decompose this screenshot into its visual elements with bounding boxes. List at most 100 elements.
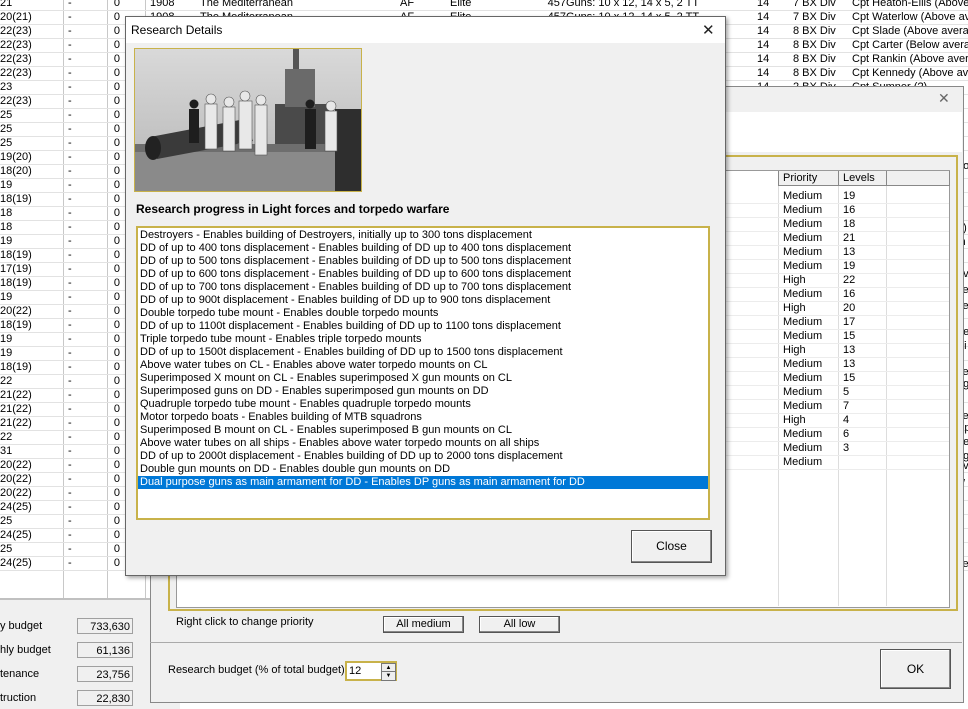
- research-budget-spinner[interactable]: 12 ▲ ▼: [345, 661, 397, 681]
- table-cell: 20(22): [0, 305, 32, 317]
- priority-cell[interactable]: High: [783, 274, 806, 286]
- budget-label: tenance: [0, 668, 40, 680]
- list-item[interactable]: DD of up to 400 tons displacement - Enab…: [138, 242, 708, 255]
- table-cell: 20(22): [0, 473, 32, 485]
- table-cell: -: [68, 123, 72, 135]
- priority-cell[interactable]: Medium: [783, 456, 822, 468]
- table-cell: 19: [0, 235, 13, 247]
- list-item[interactable]: Above water tubes on CL - Enables above …: [138, 359, 708, 372]
- table-cell: 0: [113, 389, 120, 401]
- table-cell: -: [68, 487, 72, 499]
- list-item[interactable]: Quadruple torpedo tube mount - Enables q…: [138, 398, 708, 411]
- table-cell: 0: [113, 39, 120, 51]
- levels-cell: 15: [843, 372, 856, 384]
- table-cell: AF: [400, 0, 415, 9]
- table-cell: -: [68, 235, 72, 247]
- table-cell: 0: [113, 235, 120, 247]
- list-item[interactable]: Triple torpedo tube mount - Enables trip…: [138, 333, 708, 346]
- research-budget-value[interactable]: 12: [349, 665, 361, 677]
- list-item[interactable]: Superimposed guns on DD - Enables superi…: [138, 385, 708, 398]
- priority-cell[interactable]: Medium: [783, 232, 822, 244]
- list-item[interactable]: Above water tubes on all ships - Enables…: [138, 437, 708, 450]
- priority-cell[interactable]: Medium: [783, 386, 822, 398]
- table-cell: 0: [113, 515, 120, 527]
- priority-cell[interactable]: Medium: [783, 372, 822, 384]
- table-cell: -: [68, 347, 72, 359]
- close-icon[interactable]: ✕: [702, 21, 715, 39]
- all-low-button[interactable]: All low: [479, 616, 560, 633]
- divider: [150, 642, 962, 643]
- list-item[interactable]: DD of up to 1100t displacement - Enables…: [138, 320, 708, 333]
- back-close-icon[interactable]: ✕: [938, 90, 950, 107]
- budget-value: 733,630: [77, 618, 133, 634]
- levels-cell: 22: [843, 274, 856, 286]
- table-row[interactable]: 21 - 0 1908 The Mediterranean AF Elite 457 Guns:…: [0, 0, 968, 10]
- list-item[interactable]: DD of up to 1500t displacement - Enables…: [138, 346, 708, 359]
- all-medium-button[interactable]: All medium: [383, 616, 464, 633]
- levels-header[interactable]: Levels: [838, 171, 890, 186]
- table-cell: 17(19): [0, 263, 32, 275]
- table-cell: 20(22): [0, 487, 32, 499]
- priority-cell[interactable]: Medium: [783, 260, 822, 272]
- list-item[interactable]: Superimposed B mount on CL - Enables sup…: [138, 424, 708, 437]
- priority-cell[interactable]: High: [783, 414, 806, 426]
- priority-header[interactable]: Priority: [778, 171, 842, 186]
- levels-cell: 16: [843, 204, 856, 216]
- budget-label: y budget: [0, 620, 43, 632]
- budget-label: truction: [0, 692, 37, 704]
- table-cell: 19: [0, 347, 13, 359]
- list-item[interactable]: DD of up to 2000t displacement - Enables…: [138, 450, 708, 463]
- list-item[interactable]: Superimposed X mount on CL - Enables sup…: [138, 372, 708, 385]
- priority-cell[interactable]: Medium: [783, 358, 822, 370]
- table-cell: 20(21): [0, 11, 32, 23]
- col-divider: [838, 186, 839, 606]
- list-item[interactable]: Destroyers - Enables building of Destroy…: [138, 229, 708, 242]
- research-progress-list[interactable]: Destroyers - Enables building of Destroy…: [136, 226, 710, 520]
- priority-cell[interactable]: Medium: [783, 316, 822, 328]
- priority-cell[interactable]: High: [783, 302, 806, 314]
- list-item[interactable]: DD of up to 600 tons displacement - Enab…: [138, 268, 708, 281]
- table-cell: 0: [113, 123, 120, 135]
- levels-cell: 3: [843, 442, 850, 454]
- table-cell: 0: [113, 109, 120, 121]
- table-cell: 14: [757, 0, 770, 9]
- table-cell: 7 BX Div: [793, 0, 836, 9]
- priority-cell[interactable]: Medium: [783, 288, 822, 300]
- list-item[interactable]: Double gun mounts on DD - Enables double…: [138, 463, 708, 476]
- priority-cell[interactable]: Medium: [783, 246, 822, 258]
- table-cell: 0: [113, 179, 120, 191]
- levels-cell: 4: [843, 414, 850, 426]
- spin-down-icon[interactable]: ▼: [381, 671, 396, 681]
- priority-cell[interactable]: Medium: [783, 218, 822, 230]
- priority-cell[interactable]: Medium: [783, 400, 822, 412]
- table-cell: -: [68, 221, 72, 233]
- table-cell: Cpt Carter (Below average: [852, 39, 968, 51]
- list-item[interactable]: DD of up to 700 tons displacement - Enab…: [138, 281, 708, 294]
- list-item[interactable]: DD of up to 900t displacement - Enables …: [138, 294, 708, 307]
- table-cell: 22: [0, 375, 13, 387]
- priority-cell[interactable]: High: [783, 344, 806, 356]
- priority-cell[interactable]: Medium: [783, 442, 822, 454]
- table-cell: 0: [113, 417, 120, 429]
- table-cell: -: [68, 473, 72, 485]
- priority-cell[interactable]: Medium: [783, 428, 822, 440]
- table-cell: -: [68, 165, 72, 177]
- table-cell: 0: [113, 403, 120, 415]
- list-item[interactable]: Motor torpedo boats - Enables building o…: [138, 411, 708, 424]
- ok-button[interactable]: OK: [880, 649, 951, 689]
- table-cell: 24(25): [0, 529, 32, 541]
- table-cell: 0: [113, 137, 120, 149]
- list-item[interactable]: Double torpedo tube mount - Enables doub…: [138, 307, 708, 320]
- table-cell: Guns: 10 x 12, 14 x 5, 2 TT: [566, 0, 700, 9]
- table-cell: 14: [757, 39, 770, 51]
- table-cell: -: [68, 137, 72, 149]
- priority-cell[interactable]: Medium: [783, 204, 822, 216]
- list-item[interactable]: DD of up to 500 tons displacement - Enab…: [138, 255, 708, 268]
- levels-cell: 20: [843, 302, 856, 314]
- table-cell: 0: [113, 361, 120, 373]
- priority-cell[interactable]: Medium: [783, 190, 822, 202]
- list-item-selected[interactable]: Dual purpose guns as main armament for D…: [138, 476, 708, 489]
- close-button[interactable]: Close: [631, 530, 712, 563]
- table-cell: 0: [113, 319, 120, 331]
- priority-cell[interactable]: Medium: [783, 330, 822, 342]
